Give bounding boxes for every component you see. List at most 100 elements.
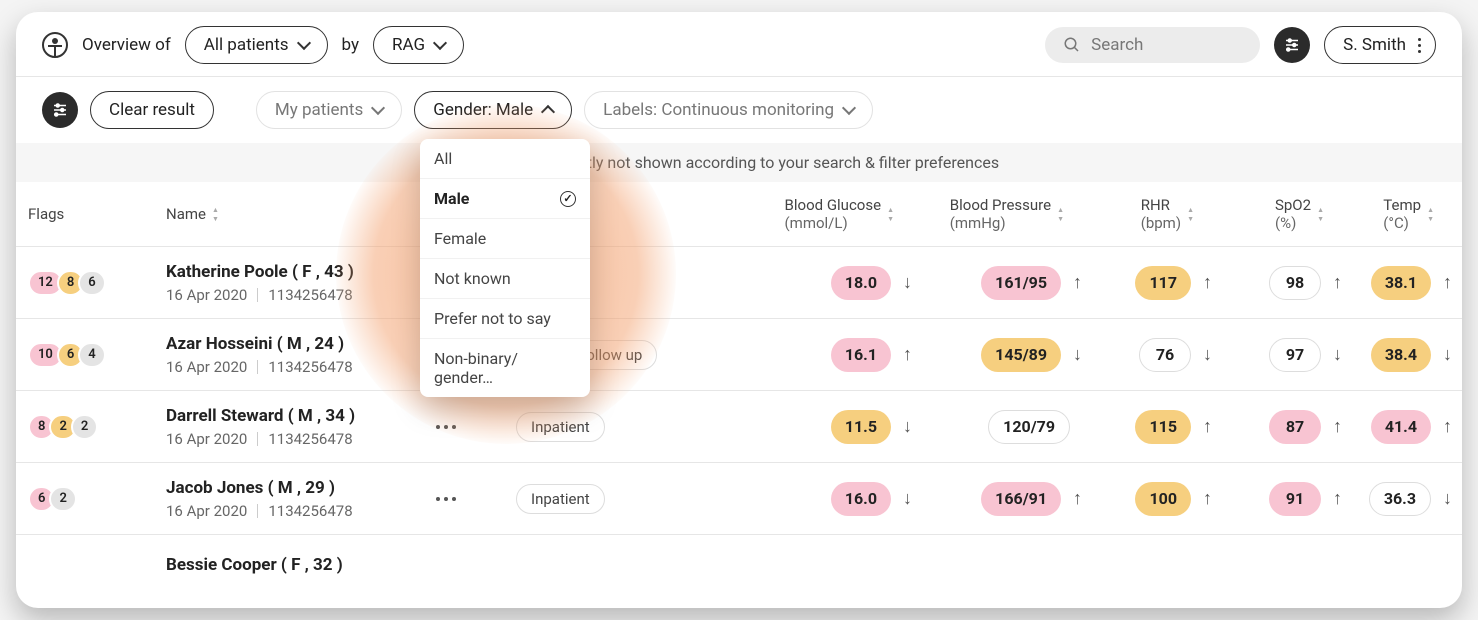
clear-result-label: Clear result <box>109 100 195 120</box>
col-rhr-unit: (bpm) <box>1141 214 1181 232</box>
table-row[interactable]: 822Darrell Steward ( M , 34 )16 Apr 2020… <box>16 391 1462 463</box>
flag-badge: 4 <box>78 342 105 368</box>
filter-my-patients[interactable]: My patients <box>256 91 402 129</box>
gender-option-nonbinary[interactable]: Non-binary/ gender… <box>420 338 590 397</box>
temp-value: 38.1 <box>1371 266 1431 300</box>
bp-cell: 145/89↓ <box>936 338 1106 372</box>
bp-value: 161/95 <box>981 266 1061 300</box>
scope-selector[interactable]: All patients <box>185 26 328 64</box>
tag-cell: Inpatient <box>516 484 766 514</box>
filter-gender[interactable]: Gender: Male <box>414 91 572 129</box>
glucose-value: 16.0 <box>831 482 891 516</box>
col-glucose-unit: (mmol/L) <box>785 214 882 232</box>
trend-up-icon: ↑ <box>1333 272 1342 293</box>
gender-option-label: Non-binary/ gender… <box>434 349 576 387</box>
col-temp[interactable]: Temp (°C) <box>1366 196 1462 232</box>
trend-up-icon: ↑ <box>1203 416 1212 437</box>
table-row[interactable]: 62Jacob Jones ( M , 29 )16 Apr 202011342… <box>16 463 1462 535</box>
gender-option-label: Prefer not to say <box>434 309 551 328</box>
temp-value: 38.4 <box>1371 338 1431 372</box>
search-icon <box>1063 36 1081 54</box>
col-spo2-unit: (%) <box>1275 214 1311 232</box>
patient-date: 16 Apr 2020 <box>166 502 247 520</box>
col-spo2[interactable]: SpO2 (%) <box>1236 196 1366 232</box>
gender-option-not-known[interactable]: Not known <box>420 258 590 298</box>
chevron-up-icon <box>541 105 555 119</box>
trend-down-icon: ↓ <box>903 416 912 437</box>
patient-cell[interactable]: Darrell Steward ( M , 34 )16 Apr 2020113… <box>166 406 436 448</box>
col-bp[interactable]: Blood Pressure (mmHg) <box>936 196 1106 232</box>
spo2-cell: 91 ↑ <box>1236 482 1366 516</box>
table-row-partial: Bessie Cooper ( F , 32 ) <box>166 555 436 575</box>
sliders-icon <box>51 101 69 119</box>
patient-name: Darrell Steward ( M , 34 ) <box>166 406 436 426</box>
table-row[interactable]: 1286Katherine Poole ( F , 43 )16 Apr 202… <box>16 247 1462 319</box>
filter-labels[interactable]: Labels: Continuous monitoring <box>584 91 873 129</box>
temp-value: 36.3 <box>1369 482 1431 516</box>
row-menu-button[interactable] <box>436 425 456 429</box>
row-menu-button[interactable] <box>436 497 456 501</box>
sort-label: RAG <box>392 35 425 55</box>
rhr-value: 117 <box>1135 266 1191 300</box>
trend-down-icon: ↓ <box>1333 344 1342 365</box>
patient-cell[interactable]: Azar Hosseini ( M , 24 )16 Apr 202011342… <box>166 334 436 376</box>
glucose-cell: 16.0 ↓ <box>766 482 936 516</box>
notice-text: rrently not shown according to your sear… <box>559 153 999 172</box>
gender-option-all[interactable]: All <box>420 139 590 178</box>
sort-selector[interactable]: RAG <box>373 26 464 64</box>
trend-down-icon: ↓ <box>1443 488 1452 509</box>
header-settings-button[interactable] <box>1274 27 1310 63</box>
bp-value: 166/91 <box>981 482 1061 516</box>
col-glucose-label: Blood Glucose <box>785 196 882 214</box>
chevron-down-icon <box>296 36 310 50</box>
temp-cell: 38.1 ↑ <box>1366 266 1462 300</box>
trend-up-icon: ↑ <box>1443 272 1452 293</box>
scope-label: All patients <box>204 35 289 55</box>
col-name[interactable]: Name <box>166 205 436 223</box>
col-rhr[interactable]: RHR (bpm) <box>1106 196 1236 232</box>
col-bp-unit: (mmHg) <box>950 214 1051 232</box>
trend-up-icon: ↑ <box>1203 272 1212 293</box>
glucose-cell: 11.5 ↓ <box>766 410 936 444</box>
clear-result-button[interactable]: Clear result <box>90 91 214 129</box>
gender-option-female[interactable]: Female <box>420 218 590 258</box>
sort-icon <box>887 206 894 223</box>
bp-value: 145/89 <box>981 338 1061 372</box>
user-menu[interactable]: S. Smith <box>1324 26 1436 64</box>
col-temp-label: Temp <box>1383 196 1421 214</box>
filter-bar: Clear result My patients Gender: Male La… <box>16 77 1462 143</box>
flag-group: 62 <box>28 486 166 512</box>
search-input[interactable]: Search <box>1045 27 1260 63</box>
spo2-value: 97 <box>1269 338 1321 372</box>
gender-option-male[interactable]: Male <box>420 178 590 218</box>
spo2-value: 91 <box>1269 482 1321 516</box>
rhr-cell: 117 ↑ <box>1106 266 1236 300</box>
bp-cell: 120/79 <box>936 410 1106 444</box>
gender-option-prefer-not[interactable]: Prefer not to say <box>420 298 590 338</box>
chevron-down-icon <box>371 101 385 115</box>
patient-tag: Inpatient <box>516 484 605 514</box>
rhr-value: 76 <box>1139 338 1191 372</box>
table-row[interactable]: 1064Azar Hosseini ( M , 24 )16 Apr 20201… <box>16 319 1462 391</box>
gender-dropdown: All Male Female Not known Prefer not to … <box>420 139 590 397</box>
glucose-value: 11.5 <box>831 410 891 444</box>
glucose-value: 18.0 <box>831 266 891 300</box>
trend-up-icon: ↑ <box>1443 416 1452 437</box>
temp-value: 41.4 <box>1371 410 1431 444</box>
trend-up-icon: ↑ <box>1333 488 1342 509</box>
col-rhr-label: RHR <box>1141 196 1181 214</box>
glucose-value: 16.1 <box>831 338 891 372</box>
spo2-value: 87 <box>1269 410 1321 444</box>
rhr-cell: 100↑ <box>1106 482 1236 516</box>
filter-settings-button[interactable] <box>42 92 78 128</box>
col-glucose[interactable]: Blood Glucose (mmol/L) <box>766 196 936 232</box>
patient-cell[interactable]: Katherine Poole ( F , 43 )16 Apr 2020113… <box>166 262 436 304</box>
sort-icon <box>1057 206 1064 223</box>
flag-group: 1064 <box>28 342 166 368</box>
patient-id: 1134256478 <box>268 430 352 448</box>
trend-down-icon: ↓ <box>903 488 912 509</box>
filter-labels-label: Labels: Continuous monitoring <box>603 100 834 120</box>
hidden-patients-notice: Patients currently not shown according t… <box>16 143 1462 182</box>
col-flags[interactable]: Flags <box>28 205 166 223</box>
patient-cell[interactable]: Jacob Jones ( M , 29 )16 Apr 20201134256… <box>166 478 436 520</box>
